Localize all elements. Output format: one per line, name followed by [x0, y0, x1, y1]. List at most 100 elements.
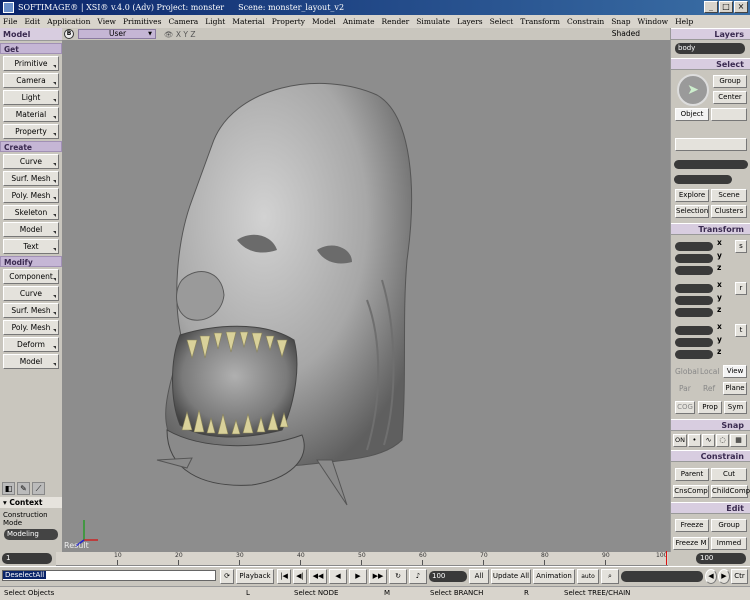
menu-view[interactable]: View [97, 17, 116, 26]
create-text-button[interactable]: Text [3, 239, 59, 254]
next-keyframe-icon[interactable]: ▶ [718, 569, 730, 584]
create-model-button[interactable]: Model [3, 222, 59, 237]
construction-mode-select[interactable]: Modeling [4, 529, 58, 540]
create-poly-mesh-button[interactable]: Poly. Mesh [3, 188, 59, 203]
scale-y-field[interactable] [675, 254, 713, 263]
selection-field[interactable] [674, 160, 748, 169]
cog-toggle[interactable]: COG [675, 401, 695, 414]
explore-button[interactable]: Explore [675, 189, 709, 202]
get-light-button[interactable]: Light [3, 90, 59, 105]
sym-button[interactable]: Sym [724, 401, 747, 414]
snap-surface-icon[interactable]: ◌ [716, 434, 729, 447]
rotate-z-field[interactable] [675, 308, 713, 317]
menu-simulate[interactable]: Simulate [416, 17, 450, 26]
search-icon[interactable]: ⌕ [601, 569, 619, 584]
modify-curve-button[interactable]: Curve [3, 286, 59, 301]
freeze-button[interactable]: Freeze [675, 519, 709, 532]
loop-icon[interactable]: ↻ [389, 569, 407, 584]
selection-field-2[interactable] [674, 175, 732, 184]
module-title[interactable]: Model [0, 28, 62, 41]
menu-layers[interactable]: Layers [457, 17, 483, 26]
select-arrow-icon[interactable]: ➤ [677, 74, 709, 106]
local-toggle[interactable]: Local [700, 367, 719, 376]
display-mode-select[interactable]: Shaded [612, 28, 640, 40]
translate-button[interactable]: t [735, 324, 747, 337]
transform-header[interactable]: Transform [671, 223, 750, 235]
translate-z-field[interactable] [675, 350, 713, 359]
close-icon[interactable]: × [734, 1, 748, 13]
first-frame-icon[interactable]: |◀ [277, 569, 291, 584]
translate-y-field[interactable] [675, 338, 713, 347]
translate-x-field[interactable] [675, 326, 713, 335]
timeline-ruler[interactable]: 10 20 30 40 50 60 70 80 90 100 [56, 551, 668, 566]
rotate-x-field[interactable] [675, 284, 713, 293]
global-toggle[interactable]: Global [675, 367, 699, 376]
playback-options-icon[interactable]: ⟳ [220, 569, 234, 584]
brush-icon[interactable]: ⟋ [32, 482, 45, 495]
playback-menu-button[interactable]: Playback [236, 569, 274, 584]
select-filter-field[interactable] [675, 138, 747, 151]
edit-header[interactable]: Edit [671, 502, 750, 514]
all-button[interactable]: All [469, 569, 489, 584]
select-object-button[interactable]: Object [675, 108, 709, 121]
menu-select[interactable]: Select [490, 17, 514, 26]
timeline-start-field[interactable]: 1 [2, 553, 52, 564]
scale-x-field[interactable] [675, 242, 713, 251]
select-header[interactable]: Select [671, 58, 750, 70]
clusters-button[interactable]: Clusters [711, 205, 747, 218]
modify-surf-mesh-button[interactable]: Surf. Mesh [3, 303, 59, 318]
constrain-header[interactable]: Constrain [671, 450, 750, 462]
camera-view-select[interactable]: User [78, 29, 156, 39]
snap-grid-icon[interactable]: ▦ [730, 434, 747, 447]
minimize-icon[interactable]: _ [704, 1, 718, 13]
cube-icon[interactable]: ◧ [2, 482, 15, 495]
ref-toggle[interactable]: Ref [703, 384, 715, 393]
context-header[interactable]: ▾ Context [0, 497, 62, 508]
selection-button[interactable]: Selection [675, 205, 709, 218]
command-line-input[interactable]: DeselectAll [2, 570, 216, 581]
menu-render[interactable]: Render [382, 17, 410, 26]
modify-component-button[interactable]: Component [3, 269, 59, 284]
menu-application[interactable]: Application [47, 17, 90, 26]
animation-menu-button[interactable]: Animation [533, 569, 575, 584]
monster-model[interactable] [62, 40, 670, 552]
animation-field[interactable] [621, 571, 703, 582]
cnscomp-button[interactable]: CnsComp [673, 485, 709, 498]
scale-z-field[interactable] [675, 266, 713, 275]
modify-poly-mesh-button[interactable]: Poly. Mesh [3, 320, 59, 335]
select-center-button[interactable]: Center [713, 91, 747, 104]
play-backward-icon[interactable]: ◀ [329, 569, 347, 584]
update-all-button[interactable]: Update All [491, 569, 531, 584]
menu-camera[interactable]: Camera [168, 17, 198, 26]
get-material-button[interactable]: Material [3, 107, 59, 122]
audio-icon[interactable]: ♪ [409, 569, 427, 584]
step-forward-icon[interactable]: ▶▶ [369, 569, 387, 584]
get-property-button[interactable]: Property [3, 124, 59, 139]
menu-primitives[interactable]: Primitives [123, 17, 161, 26]
menu-model[interactable]: Model [312, 17, 336, 26]
menu-property[interactable]: Property [272, 17, 305, 26]
scene-button[interactable]: Scene [711, 189, 747, 202]
cut-button[interactable]: Cut [711, 468, 747, 481]
childcomp-button[interactable]: ChildComp [711, 485, 750, 498]
menu-material[interactable]: Material [232, 17, 264, 26]
menu-constrain[interactable]: Constrain [567, 17, 604, 26]
modify-deform-button[interactable]: Deform [3, 337, 59, 352]
par-toggle[interactable]: Par [679, 384, 691, 393]
snap-on-toggle[interactable]: ON [673, 434, 687, 447]
menu-animate[interactable]: Animate [343, 17, 375, 26]
rotate-y-field[interactable] [675, 296, 713, 305]
auto-key-toggle[interactable]: auto [577, 569, 599, 584]
menu-help[interactable]: Help [675, 17, 693, 26]
tools-icon[interactable]: ✎ [17, 482, 30, 495]
play-forward-icon[interactable]: ▶ [349, 569, 367, 584]
menu-edit[interactable]: Edit [24, 17, 40, 26]
create-curve-button[interactable]: Curve [3, 154, 59, 169]
freeze-m-button[interactable]: Freeze M [673, 537, 709, 550]
menu-light[interactable]: Light [205, 17, 225, 26]
snap-curve-icon[interactable]: ∿ [702, 434, 715, 447]
maximize-icon[interactable]: □ [719, 1, 733, 13]
parent-button[interactable]: Parent [675, 468, 709, 481]
ctrl-button[interactable]: Ctr [731, 569, 748, 584]
viewport-letter-badge[interactable]: B [64, 29, 74, 39]
